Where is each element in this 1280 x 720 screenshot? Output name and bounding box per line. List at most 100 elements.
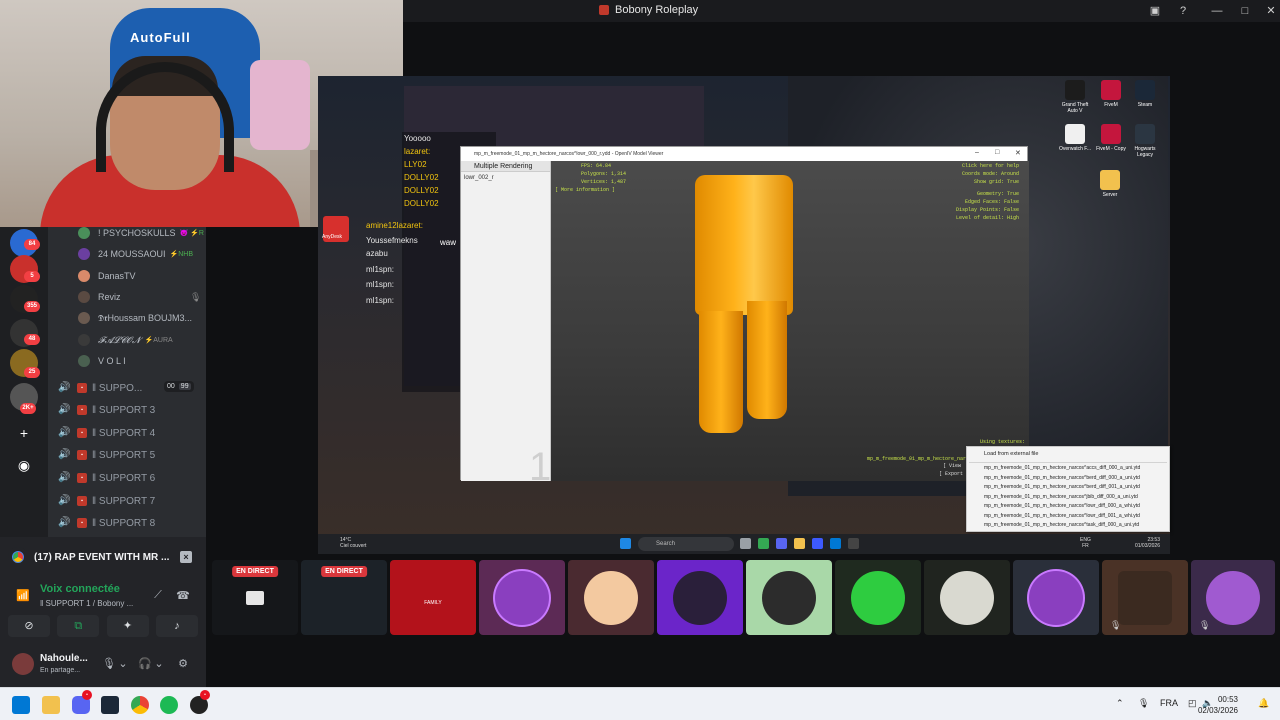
textures-context-menu[interactable]: Load from external file mp_m_freemode_01… — [966, 446, 1170, 532]
participant-tile[interactable]: 🎙 — [1102, 560, 1188, 635]
close-button[interactable]: ✕ — [1263, 3, 1279, 19]
explorer-icon[interactable] — [794, 538, 805, 549]
avatar[interactable] — [12, 653, 34, 675]
app-icon[interactable] — [848, 538, 859, 549]
texture-item[interactable]: mp_m_freemode_01_mp_m_hectore_narcos^jbi… — [984, 494, 1138, 500]
show-grid[interactable]: Show grid: True — [974, 179, 1019, 185]
lod-selector[interactable]: Level of detail: High — [956, 215, 1019, 221]
voice-member[interactable]: 𝓕𝓐𝓛𝓒𝓞𝓝 ⚡AURA — [78, 332, 173, 348]
add-server-icon[interactable]: + — [14, 423, 34, 443]
help-link[interactable]: Click here for help — [962, 163, 1019, 169]
voice-channel[interactable]: 🔊 ▪ ‖ SUPPORT 8 — [58, 514, 155, 532]
spotify-icon[interactable] — [160, 696, 178, 714]
chevron-up-icon[interactable]: ⌃ — [1116, 698, 1124, 709]
texture-item[interactable]: mp_m_freemode_01_mp_m_hectore_narcos^low… — [984, 513, 1140, 519]
language-indicator[interactable]: FRA — [1160, 698, 1178, 708]
voice-channel[interactable]: 🔊 ▪ ‖ SUPPORT 3 — [58, 401, 155, 419]
load-external-file-item[interactable]: Load from external file — [984, 451, 1038, 457]
more-info-link[interactable]: [ More information ] — [555, 187, 615, 193]
voice-channel[interactable]: 🔊 ▪ ‖ SUPPORT 5 — [58, 446, 155, 464]
desktop-icon-hogwarts[interactable]: Hogwarts Legacy — [1128, 124, 1162, 158]
voice-member[interactable]: Reviz 🎙 — [78, 289, 201, 305]
app-icon[interactable] — [830, 538, 841, 549]
chrome-icon[interactable] — [131, 696, 149, 714]
signal-icon[interactable]: 📶 — [16, 589, 30, 603]
network-icon[interactable]: ◰ — [1188, 698, 1197, 709]
camera-off-button[interactable]: ⊘ — [8, 615, 50, 637]
event-banner[interactable]: (17) RAP EVENT WITH MR ... × — [8, 545, 198, 569]
discord-icon[interactable] — [776, 538, 787, 549]
desktop-icon-fivem[interactable]: FiveM — [1094, 80, 1128, 108]
settings-gear-icon[interactable]: ⚙ — [176, 657, 190, 671]
display-points-toggle[interactable]: Display Points: False — [956, 207, 1019, 213]
participant-tile[interactable] — [1013, 560, 1099, 635]
texture-item[interactable]: mp_m_freemode_01_mp_m_hectore_narcos^ber… — [984, 484, 1140, 490]
voice-member[interactable]: V O L I — [78, 353, 126, 369]
voice-channel-name[interactable]: ‖ SUPPORT 1 / Bobony ... — [40, 599, 133, 608]
texture-item[interactable]: mp_m_freemode_01_mp_m_hectore_narcos^low… — [984, 503, 1140, 509]
soundboard-button[interactable]: ♪ — [155, 615, 198, 637]
texture-item[interactable]: mp_m_freemode_01_mp_m_hectore_narcos^tas… — [984, 522, 1139, 528]
participant-tile[interactable] — [479, 560, 565, 635]
voice-channel[interactable]: 🔊 ▪ ‖ SUPPORT 6 — [58, 469, 155, 487]
maximize-button[interactable]: □ — [1237, 3, 1253, 19]
participant-tile[interactable] — [746, 560, 832, 635]
notifications-icon[interactable]: 🔔 — [1258, 698, 1269, 709]
help-icon[interactable]: ? — [1175, 3, 1191, 19]
weather-widget[interactable]: 14°C Ciel couvert — [326, 537, 366, 549]
language-indicator[interactable]: ENG FR — [1080, 537, 1091, 549]
minimize-button[interactable]: – — [975, 149, 979, 156]
multiple-rendering-toggle[interactable]: Multiple Rendering — [461, 161, 550, 172]
microphone-icon[interactable]: 🎙 — [102, 657, 116, 671]
app-icon[interactable] — [812, 538, 823, 549]
texture-item[interactable]: mp_m_freemode_01_mp_m_hectore_narcos^acc… — [984, 465, 1140, 471]
chevron-down-icon[interactable]: ⌄ — [152, 657, 166, 671]
voice-channel[interactable]: 🔊 ▪ ‖ SUPPORT 4 — [58, 424, 155, 442]
coords-mode[interactable]: Coords mode: Around — [962, 171, 1019, 177]
search-box[interactable]: Search — [638, 537, 734, 551]
model-list-item[interactable]: lowr_002_r — [461, 172, 550, 181]
view-button[interactable]: [ View — [943, 463, 961, 469]
edged-faces-toggle[interactable]: Edged Faces: False — [965, 199, 1019, 205]
minimize-button[interactable]: — — [1209, 3, 1225, 19]
participant-tile[interactable]: FAMILY — [390, 560, 476, 635]
desktop-icon-fivem-copy[interactable]: FiveM - Copy — [1094, 124, 1128, 152]
desktop-icon-steam[interactable]: Steam — [1128, 80, 1162, 108]
export-button[interactable]: [ Export — [939, 471, 963, 477]
noise-suppression-icon[interactable]: ⟋ — [150, 589, 166, 605]
task-view-icon[interactable] — [740, 538, 751, 549]
participant-tile[interactable] — [657, 560, 743, 635]
voice-member[interactable]: DanasTV — [78, 268, 136, 284]
3d-viewport[interactable]: FPS: 64.84 Polygons: 1,314 Vertices: 1,4… — [551, 161, 1029, 481]
texture-item[interactable]: mp_m_freemode_01_mp_m_hectore_narcos^ber… — [984, 475, 1140, 481]
user-panel[interactable]: Nahoule... En partage... 🎙 ⌄ 🎧 ⌄ ⚙ — [10, 649, 200, 679]
start-icon[interactable] — [12, 696, 30, 714]
openiv-model-viewer[interactable]: mp_m_freemode_01_mp_m_hectore_narcos^low… — [460, 146, 1029, 489]
close-event-icon[interactable]: × — [180, 551, 192, 563]
desktop-icon-overwatch[interactable]: Overwatch F... — [1058, 124, 1092, 152]
participant-tile[interactable] — [568, 560, 654, 635]
geometry-toggle[interactable]: Geometry: True — [977, 191, 1019, 197]
disconnect-icon[interactable]: ☎ — [175, 589, 191, 605]
voice-member[interactable]: ! PSYCHOSKULLS 😈 ⚡R — [78, 227, 204, 241]
desktop-icon-server[interactable]: Server — [1093, 170, 1127, 198]
close-button[interactable]: ✕ — [1015, 149, 1021, 157]
activities-button[interactable]: ✦ — [106, 615, 149, 637]
remote-clock[interactable]: 23:53 01/03/2026 — [1135, 537, 1160, 549]
start-icon[interactable] — [620, 538, 631, 549]
chevron-down-icon[interactable]: ⌄ — [116, 657, 130, 671]
chrome-icon[interactable] — [758, 538, 769, 549]
participant-tile[interactable]: 🎙 — [1191, 560, 1275, 635]
microphone-icon[interactable]: 🎙 — [1138, 698, 1149, 709]
screen-share-icon[interactable]: ▣ — [1147, 3, 1163, 19]
steam-icon[interactable] — [101, 696, 119, 714]
participant-tile[interactable] — [924, 560, 1010, 635]
voice-status[interactable]: Voix connectée — [40, 583, 120, 595]
clock[interactable]: 00:53 02/03/2026 — [1198, 694, 1238, 716]
share-screen-button[interactable]: ⧉ — [57, 615, 100, 637]
maximize-button[interactable]: □ — [995, 149, 999, 156]
voice-channel[interactable]: 🔊 ▪ ‖ SUPPORT 7 — [58, 492, 155, 510]
file-explorer-icon[interactable] — [42, 696, 60, 714]
voice-channel[interactable]: 🔊 ▪ ‖ SUPPO... 00 99 — [58, 379, 194, 397]
stream-tile[interactable]: EN DIRECT — [301, 560, 387, 635]
